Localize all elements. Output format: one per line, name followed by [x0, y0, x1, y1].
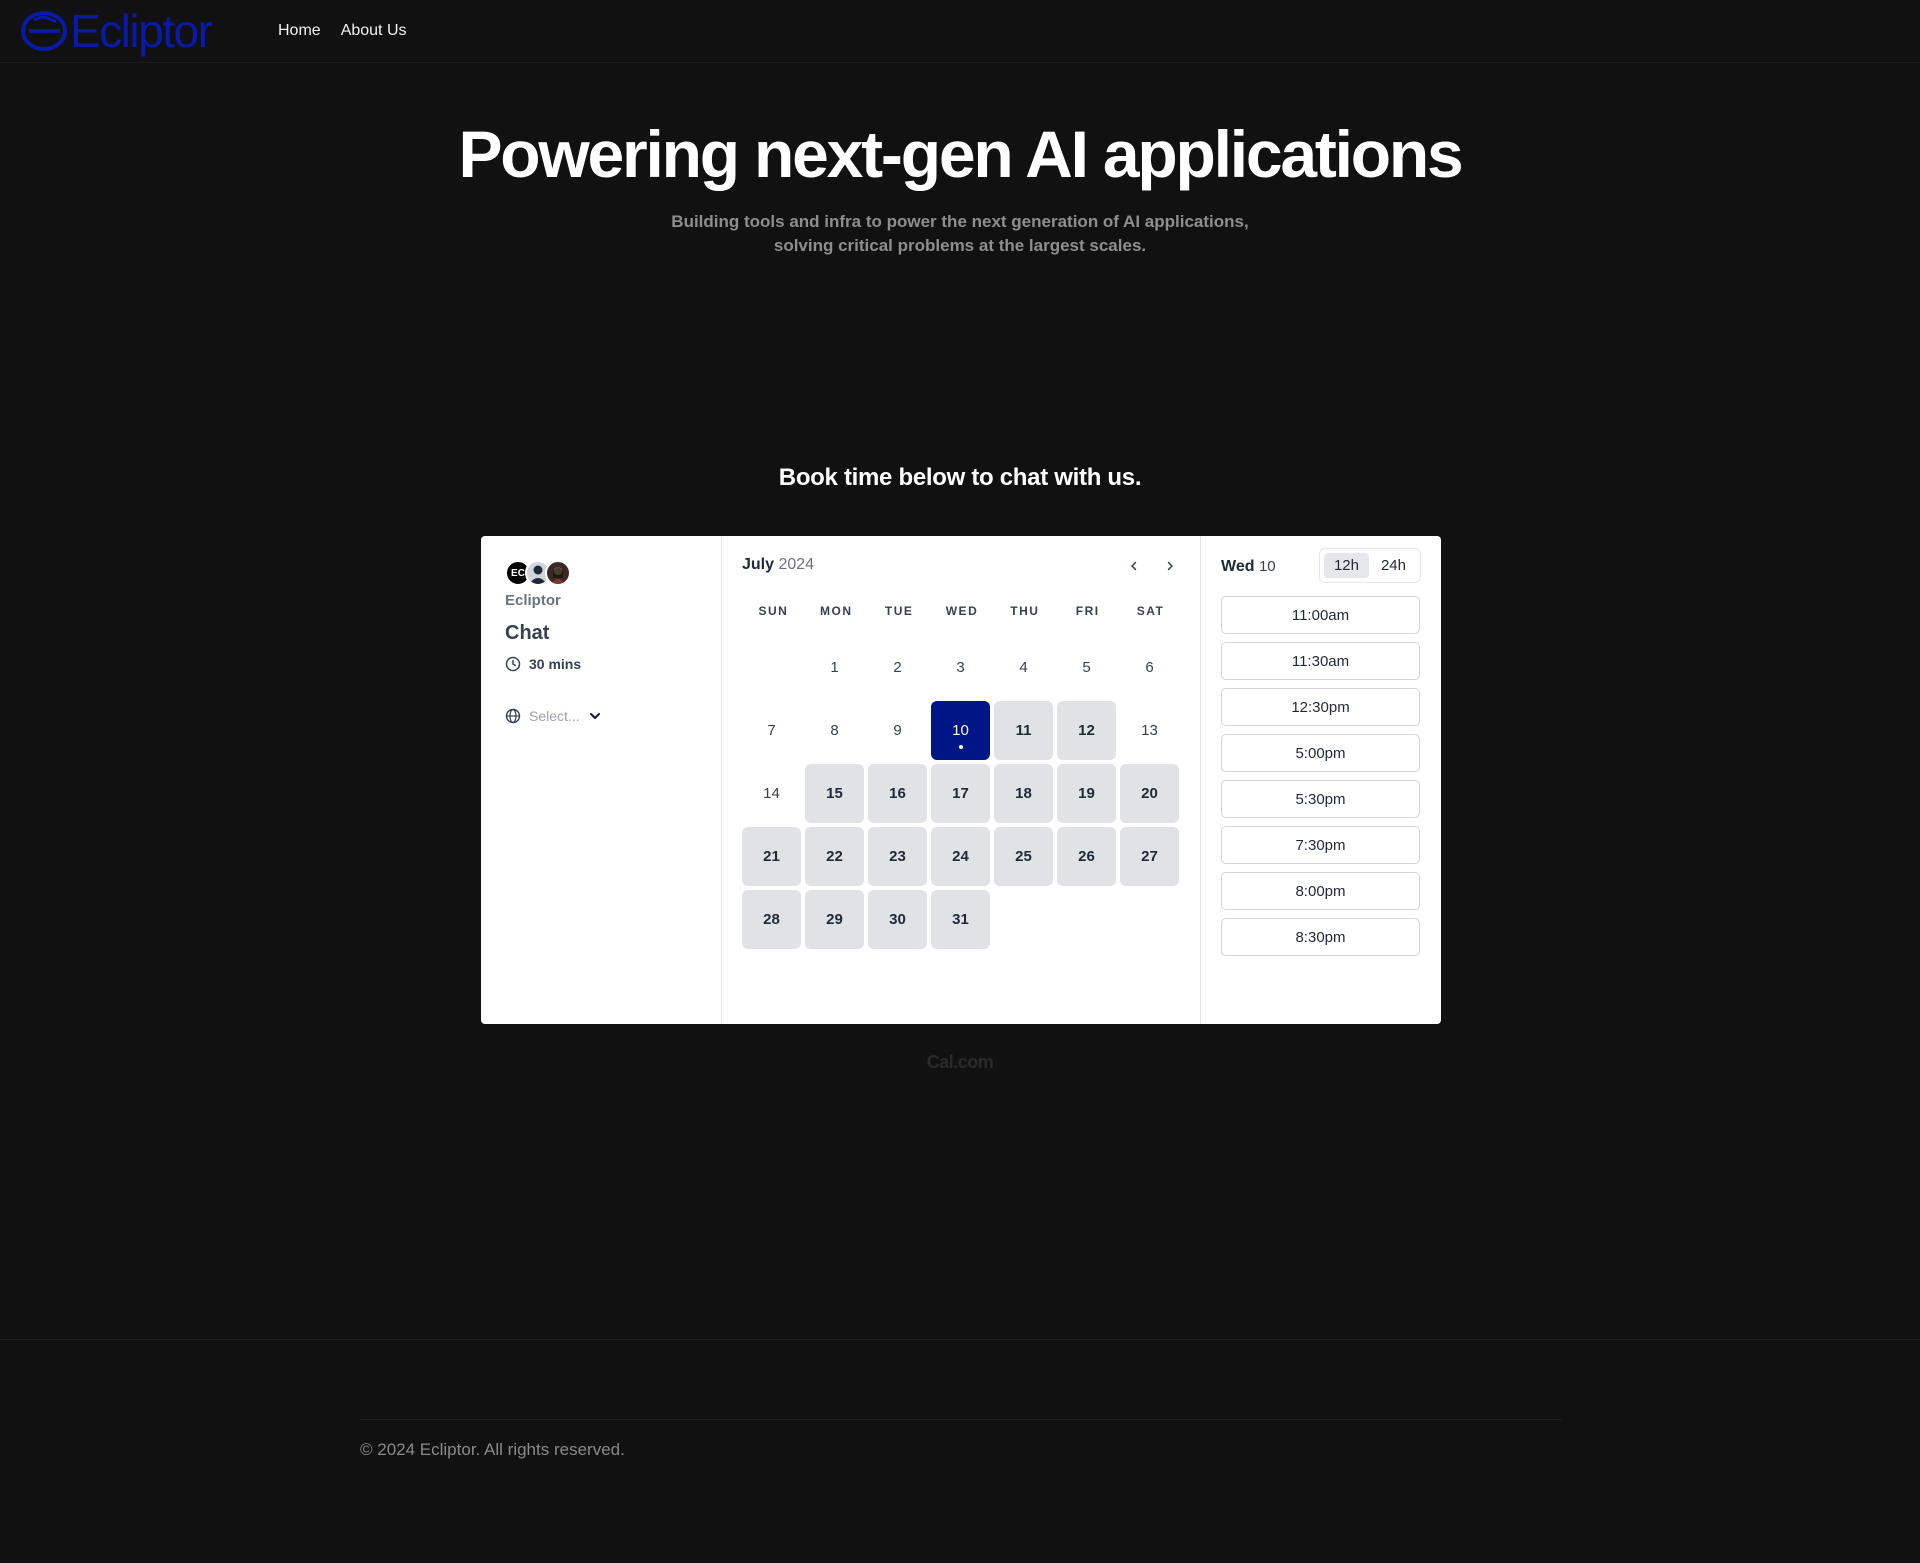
- calendar-day-available[interactable]: 28: [742, 890, 801, 949]
- calendar-month-title: July 2024: [742, 556, 814, 574]
- chevron-left-icon: [1130, 561, 1137, 571]
- calendar-nav: [1124, 556, 1180, 576]
- ecliptor-logo-icon: [21, 11, 67, 51]
- time-slot-button[interactable]: 8:00pm: [1221, 872, 1420, 910]
- time-slot-button[interactable]: 7:30pm: [1221, 826, 1420, 864]
- top-navigation: Ecliptor Home About Us: [0, 0, 1920, 63]
- calendar-day-unavailable: 13: [1141, 722, 1158, 739]
- calendar-month: July: [742, 556, 775, 573]
- calendar-day-available[interactable]: 19: [1057, 764, 1116, 823]
- calendar-day-unavailable: 7: [767, 722, 776, 739]
- calendar-year: 2024: [778, 556, 815, 573]
- calendar-day-available[interactable]: 17: [931, 764, 990, 823]
- time-slot-list: 11:00am 11:30am 12:30pm 5:00pm 5:30pm 7:…: [1221, 596, 1420, 956]
- calendar-day-unavailable: 6: [1145, 659, 1154, 676]
- calendar-day-unavailable: 2: [893, 659, 902, 676]
- brand-logo[interactable]: Ecliptor: [20, 5, 213, 57]
- chevron-down-icon: [589, 713, 600, 719]
- time-format-toggle: 12h 24h: [1318, 548, 1421, 583]
- hero-subtitle-line-1: Building tools and infra to power the ne…: [671, 212, 1249, 231]
- calendar-day-unavailable: 8: [830, 722, 839, 739]
- time-slots-panel: Wed 10 12h 24h 11:00am 11:30am 12:30pm 5…: [1201, 536, 1441, 1024]
- calendar-day-available[interactable]: 11: [994, 701, 1053, 760]
- calendar-day-available[interactable]: 22: [805, 827, 864, 886]
- booking-widget: EC Ecliptor Chat 30 mins Select... July …: [481, 536, 1441, 1024]
- previous-month-button[interactable]: [1124, 556, 1144, 576]
- selected-date-label: Wed 10: [1221, 558, 1276, 576]
- next-month-button[interactable]: [1160, 556, 1180, 576]
- calendar-day-available[interactable]: 30: [868, 890, 927, 949]
- calendar-day-available[interactable]: 20: [1120, 764, 1179, 823]
- booking-heading: Book time below to chat with us.: [778, 464, 1142, 491]
- chevron-right-icon: [1167, 561, 1174, 571]
- format-12h-button[interactable]: 12h: [1323, 553, 1369, 578]
- organizer-name: Ecliptor: [505, 592, 561, 609]
- calendar-day-available[interactable]: 21: [742, 827, 801, 886]
- calendar-day-available[interactable]: 23: [868, 827, 927, 886]
- calendar-day-unavailable: 14: [763, 785, 780, 802]
- brand-name: Ecliptor: [70, 5, 213, 57]
- hero-subtitle: Building tools and infra to power the ne…: [0, 210, 1920, 258]
- time-slot-button[interactable]: 8:30pm: [1221, 918, 1420, 956]
- nav-link-about-us[interactable]: About Us: [341, 22, 407, 40]
- calendar-day-available[interactable]: 27: [1120, 827, 1179, 886]
- nav-link-home[interactable]: Home: [278, 22, 321, 40]
- calendar-day-available[interactable]: 16: [868, 764, 927, 823]
- selected-day-number: 10: [1258, 558, 1276, 575]
- calendar-day-available[interactable]: 26: [1057, 827, 1116, 886]
- host-avatars: EC: [505, 560, 571, 586]
- calendar-day-unavailable: 3: [956, 659, 965, 676]
- weekday-label: FRI: [1075, 604, 1100, 618]
- globe-icon: [505, 708, 521, 724]
- calendar-day-unavailable: 4: [1019, 659, 1028, 676]
- time-slot-button[interactable]: 12:30pm: [1221, 688, 1420, 726]
- host-photo-icon: [551, 567, 565, 584]
- avatar-host-photo: [545, 560, 571, 586]
- weekday-label: MON: [820, 604, 853, 618]
- calendar-panel: July 2024 SUN MON TUE WED THU FRI SAT 12…: [722, 536, 1201, 1024]
- calendar-day-unavailable: 1: [830, 659, 839, 676]
- calendar-day-available[interactable]: 29: [805, 890, 864, 949]
- calendar-day-unavailable: 9: [893, 722, 902, 739]
- calendar-day-grid: 1 2 3 4 5 6 7 8 9 10 11 12 13 14 15 16 17 18 19 20 21 22 23 24 2…: [742, 638, 1179, 949]
- calendar-day-available[interactable]: 15: [805, 764, 864, 823]
- calendar-day-available[interactable]: 31: [931, 890, 990, 949]
- footer-copyright: © 2024 Ecliptor. All rights reserved.: [360, 1440, 625, 1459]
- time-slot-button[interactable]: 5:00pm: [1221, 734, 1420, 772]
- calendar-day-available[interactable]: 24: [931, 827, 990, 886]
- timezone-select[interactable]: Select...: [505, 708, 602, 724]
- weekday-label: WED: [945, 604, 979, 618]
- calendar-empty-cell: [742, 638, 801, 697]
- today-indicator-dot: [958, 745, 963, 749]
- format-24h-button[interactable]: 24h: [1371, 553, 1416, 578]
- selected-weekday: Wed: [1221, 558, 1255, 575]
- event-meta-panel: EC Ecliptor Chat 30 mins Select...: [481, 536, 722, 1024]
- clock-icon: [505, 656, 521, 672]
- calendar-day-available[interactable]: 25: [994, 827, 1053, 886]
- calendar-day-available[interactable]: 18: [994, 764, 1053, 823]
- timezone-placeholder: Select...: [529, 708, 580, 724]
- time-slot-button[interactable]: 11:30am: [1221, 642, 1420, 680]
- calendar-day-unavailable: 5: [1082, 659, 1091, 676]
- nav-links: Home About Us: [278, 22, 407, 40]
- weekday-label: SUN: [758, 604, 789, 618]
- weekday-label: TUE: [884, 604, 914, 618]
- hero-title: Powering next-gen AI applications: [458, 117, 1463, 191]
- hero-subtitle-line-2: solving critical problems at the largest…: [773, 236, 1147, 255]
- weekday-label: SAT: [1136, 604, 1165, 618]
- calendar-day-available[interactable]: 12: [1057, 701, 1116, 760]
- weekday-label: THU: [1010, 604, 1040, 618]
- time-slot-button[interactable]: 5:30pm: [1221, 780, 1420, 818]
- event-duration: 30 mins: [505, 656, 581, 672]
- powered-by-cal-link[interactable]: Cal.com: [0, 1052, 1920, 1073]
- footer-inner-divider: [360, 1419, 1562, 1420]
- duration-text: 30 mins: [529, 656, 582, 672]
- weekday-header: SUN MON TUE WED THU FRI SAT: [742, 604, 1182, 618]
- event-title: Chat: [505, 622, 550, 644]
- calendar-day-selected[interactable]: 10: [931, 701, 990, 760]
- footer-divider: [0, 1339, 1920, 1340]
- time-slot-button[interactable]: 11:00am: [1221, 596, 1420, 634]
